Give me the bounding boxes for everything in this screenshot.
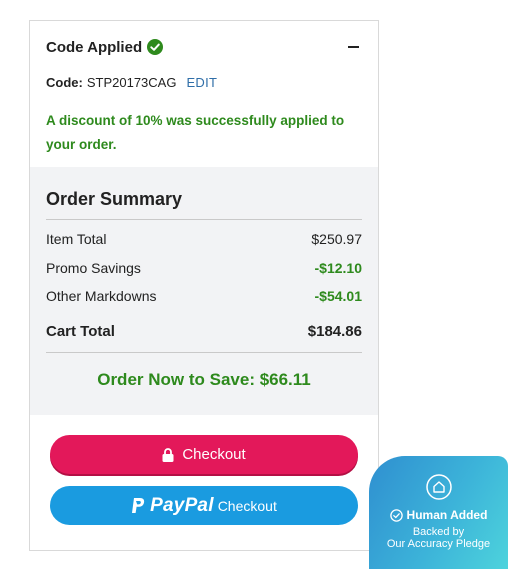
code-value: STP20173CAG [86, 75, 177, 90]
promo-title-text: Code Applied [46, 38, 143, 56]
paypal-wordmark: PayPal [150, 494, 214, 516]
promo-header: Code Applied [46, 21, 362, 73]
checkout-button-label: Checkout [182, 446, 246, 463]
summary-rows: Item Total $250.97 Promo Savings -$12.10… [46, 225, 362, 311]
check-circle-outline-icon [389, 508, 403, 522]
promo-section: Code Applied Code: STP20173CAG EDIT A di… [30, 21, 378, 157]
cart-total-row: Cart Total $184.86 [46, 321, 362, 353]
lock-icon [162, 447, 174, 462]
row-value: $250.97 [311, 231, 362, 248]
checkout-button[interactable]: Checkout [50, 435, 358, 474]
order-card: Code Applied Code: STP20173CAG EDIT A di… [29, 20, 379, 551]
savings-message: Order Now to Save: $66.11 [97, 369, 311, 389]
badge-line-2: Our Accuracy Pledge [386, 538, 491, 550]
summary-row-other-markdowns: Other Markdowns -$54.01 [46, 282, 362, 311]
promo-code-line: Code: STP20173CAG EDIT [46, 75, 362, 90]
paypal-p-icon [132, 497, 145, 513]
paypal-checkout-button[interactable]: PayPal Checkout [50, 486, 358, 525]
order-summary-title: Order Summary [46, 189, 362, 220]
cart-total-label: Cart Total [46, 323, 115, 340]
minus-icon[interactable] [348, 41, 360, 53]
row-label: Item Total [46, 231, 107, 248]
badge-title-text: Human Added [406, 508, 488, 522]
discount-success-message: A discount of 10% was successfully appli… [46, 113, 345, 152]
edit-code-link[interactable]: EDIT [186, 75, 217, 90]
order-summary: Order Summary Item Total $250.97 Promo S… [30, 167, 378, 415]
check-circle-icon [147, 39, 164, 55]
paypal-button-label: Checkout [217, 497, 277, 514]
paypal-logo: PayPal [131, 495, 214, 517]
summary-row-promo-savings: Promo Savings -$12.10 [46, 254, 362, 283]
code-label: Code: [46, 75, 83, 90]
row-label: Other Markdowns [46, 288, 157, 305]
cart-total-value: $184.86 [307, 323, 362, 340]
badge-line-1: Backed by [412, 526, 465, 538]
badge-title: Human Added [369, 508, 508, 522]
promo-title: Code Applied [46, 38, 164, 56]
row-value: -$12.10 [314, 259, 362, 276]
summary-row-item-total: Item Total $250.97 [46, 225, 362, 254]
row-label: Promo Savings [46, 259, 141, 276]
accuracy-pledge-badge[interactable]: Human Added Backed by Our Accuracy Pledg… [369, 456, 508, 569]
row-value: -$54.01 [314, 288, 362, 305]
badge-subtitle: Backed by Our Accuracy Pledge [369, 526, 508, 550]
house-icon [425, 474, 452, 500]
